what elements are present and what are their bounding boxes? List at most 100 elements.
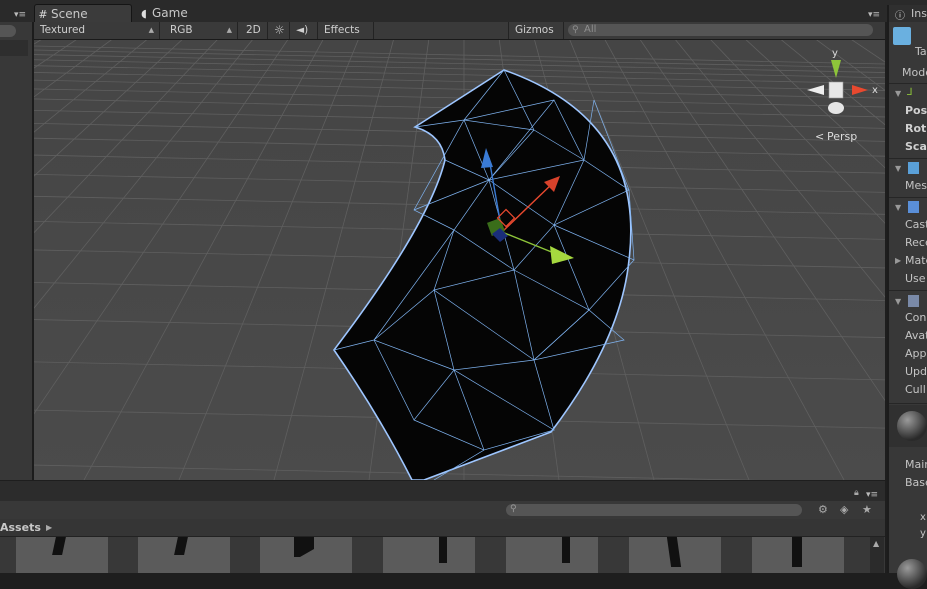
search-icon: ⚲ <box>510 504 517 514</box>
tiling-y-label: y <box>920 528 926 539</box>
foldout-arrow-icon[interactable]: ▶ <box>895 256 901 265</box>
divider <box>889 158 927 159</box>
breadcrumb-assets[interactable]: Assets <box>0 519 41 536</box>
update-mode-label: Upd <box>905 365 927 378</box>
foldout-arrow-icon[interactable]: ▼ <box>895 203 901 212</box>
project-scrollbar[interactable]: ▲ <box>870 537 884 573</box>
tab-scene[interactable]: # Scene <box>34 4 132 23</box>
tag-icon[interactable]: ◈ <box>840 503 848 516</box>
use-light-probes-label: Use <box>905 272 926 285</box>
lighting-toggle-button[interactable]: ☼ <box>268 22 290 39</box>
render-mode-dropdown[interactable]: RGB ▲ <box>164 22 238 39</box>
dropdown-arrows-icon: ▲ <box>148 26 154 34</box>
mesh-label: Mes <box>905 179 927 192</box>
culling-mode-label: Cull <box>905 383 926 396</box>
materials-label: Mate <box>905 254 927 267</box>
material-preview-sphere[interactable] <box>897 411 927 441</box>
axis-y-label: y <box>832 48 838 59</box>
asset-preview-shape <box>174 537 188 555</box>
foldout-arrow-icon[interactable]: ▼ <box>895 89 901 98</box>
project-menu-icon[interactable]: ▾≡ <box>866 490 880 500</box>
asset-thumbnail[interactable] <box>16 537 108 573</box>
scene-search-placeholder: All <box>584 24 597 35</box>
gizmo-center-cube[interactable] <box>828 81 844 99</box>
toggle-2d-button[interactable]: 2D <box>240 22 268 39</box>
animator-icon <box>908 295 919 307</box>
asset-preview-shape <box>562 537 570 563</box>
cast-shadows-label: Cast <box>905 218 927 231</box>
cube-icon <box>893 27 911 45</box>
scene-toolbar: Textured ▲ RGB ▲ 2D ☼ ◄) Effects ▼ Gizmo… <box>34 22 885 52</box>
rotation-label: Rot <box>905 122 927 135</box>
asset-thumbnail[interactable] <box>629 537 721 573</box>
divider <box>889 83 927 84</box>
foldout-arrow-icon[interactable]: ▼ <box>895 297 901 306</box>
mesh-filter-icon <box>908 162 919 174</box>
speaker-icon: ◄) <box>296 24 309 36</box>
receive-shadows-label: Rece <box>905 236 927 249</box>
texture-preview-sphere[interactable] <box>897 559 927 589</box>
asset-preview-shape <box>666 537 682 567</box>
tab-game[interactable]: ◖ Game <box>136 4 216 22</box>
base-texture-label: Base <box>905 476 927 489</box>
material-header <box>889 405 927 447</box>
project-search-input[interactable]: ⚲ <box>506 504 802 516</box>
effects-dropdown[interactable]: Effects ▼ <box>318 22 374 52</box>
sun-icon: ☼ <box>274 23 285 37</box>
toggle-2d-label: 2D <box>246 24 261 36</box>
star-icon[interactable]: ★ <box>862 503 872 516</box>
scene-menu-icon[interactable]: ▾≡ <box>868 10 882 20</box>
hierarchy-menu-icon[interactable]: ▾≡ <box>14 10 28 20</box>
scale-label: Sca <box>905 140 927 153</box>
render-mode-value: RGB <box>170 24 193 36</box>
persp-label[interactable]: Persp <box>827 130 857 143</box>
asset-thumbnail[interactable] <box>383 537 475 573</box>
shading-mode-value: Textured <box>40 24 86 36</box>
divider <box>889 403 927 404</box>
asset-thumbnail[interactable] <box>506 537 598 573</box>
inspector-panel: ⓘ Ins Ta Mode ▼ ⅃ Pos Rot Sca ▼ Mes ▼ Ca… <box>887 5 927 589</box>
gizmos-dropdown[interactable]: Gizmos ▼ <box>508 22 564 52</box>
hierarchy-search-input[interactable] <box>0 25 16 37</box>
asset-thumbnail[interactable] <box>138 537 230 573</box>
audio-toggle-button[interactable]: ◄) <box>290 22 318 39</box>
effects-label: Effects <box>324 24 360 36</box>
pacman-icon: ◖ <box>141 7 147 20</box>
scene-search-input[interactable]: ⚲ All <box>568 24 873 36</box>
tiling-x-label: x <box>920 512 926 523</box>
scene-canvas[interactable]: y x < Persp <box>34 40 885 480</box>
hierarchy-panel <box>0 22 34 480</box>
gizmo-neg-y-cone[interactable] <box>828 102 844 114</box>
main-color-label: Main <box>905 458 927 471</box>
apply-root-motion-label: App <box>905 347 927 360</box>
info-icon: ⓘ <box>895 11 905 22</box>
avatar-label: Avat <box>905 329 927 342</box>
position-label: Pos <box>905 104 927 117</box>
foldout-arrow-icon[interactable]: ▼ <box>895 164 901 173</box>
project-tab-bar: 🔒︎ ▾≡ <box>0 481 885 501</box>
tab-game-label: Game <box>152 6 188 20</box>
chevron-right-icon: ▶ <box>46 523 53 532</box>
asset-thumbnail[interactable] <box>752 537 844 573</box>
asset-preview-shape <box>52 537 66 555</box>
model-label: Mode <box>902 66 927 79</box>
tab-scene-label: Scene <box>51 7 88 21</box>
hierarchy-row[interactable] <box>0 40 28 56</box>
scene-view[interactable]: y x < Persp <box>34 40 885 480</box>
asset-preview-shape <box>792 537 802 567</box>
asset-thumbnail[interactable] <box>260 537 352 573</box>
axis-x-label: x <box>872 85 878 96</box>
asset-preview-shape <box>294 537 314 557</box>
inspector-tab[interactable]: ⓘ Ins <box>889 5 927 22</box>
lock-icon[interactable]: 🔒︎ <box>854 488 859 498</box>
dropdown-arrows-icon: ▲ <box>226 26 232 34</box>
transform-icon: ⅃ <box>907 87 913 98</box>
window-tab-bar: ▾≡ # Scene ◖ Game ▾≡ <box>0 0 927 23</box>
filter-type-icon[interactable]: ⚙ <box>818 503 828 516</box>
asset-preview-shape <box>439 537 447 563</box>
scroll-up-icon[interactable]: ▲ <box>873 539 879 548</box>
shading-mode-dropdown[interactable]: Textured ▲ <box>34 22 160 39</box>
divider <box>889 197 927 198</box>
object-name[interactable]: Ta <box>915 45 927 58</box>
breadcrumb: Assets ▶ <box>0 519 885 537</box>
